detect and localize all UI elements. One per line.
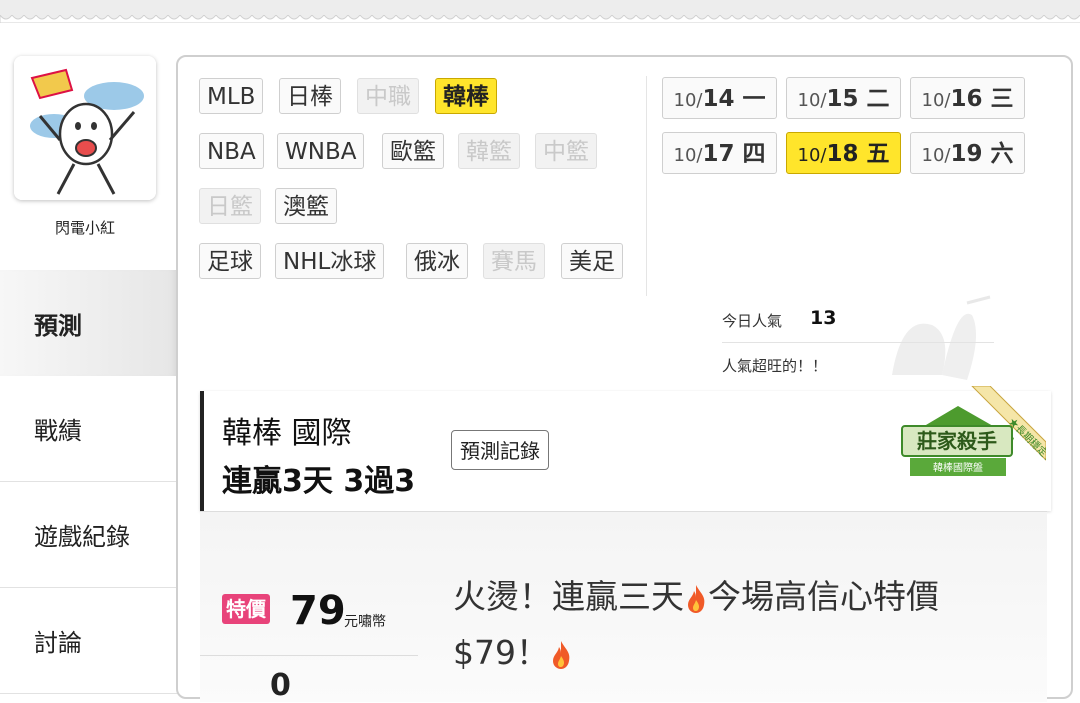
league-tag-horse-racing: 賽馬 [483, 243, 545, 279]
watermark-logo-icon [892, 295, 991, 380]
date-tab-1019[interactable]: 10/19 六 [910, 132, 1025, 174]
record-title: 韓棒 國際 [222, 416, 352, 451]
league-tag-nhl[interactable]: NHL冰球 [275, 243, 385, 279]
nav-item-game-log[interactable]: 遊戲紀錄 [0, 482, 178, 588]
sale-badge: 特價 [222, 594, 270, 624]
league-tag-soccer[interactable]: 足球 [199, 243, 261, 279]
offer-price: 79 [290, 588, 346, 634]
league-tag-nba[interactable]: NBA [199, 133, 264, 169]
league-tag-nbl[interactable]: 澳籃 [275, 188, 337, 224]
nav-item-predict[interactable]: 預測 [0, 270, 178, 376]
offer-price-unit: 元嘯幣 [344, 614, 386, 630]
top-decorative-border [0, 0, 1080, 23]
offer-text-b: 今場高信心特價 [708, 577, 939, 616]
avatar[interactable] [14, 56, 156, 200]
league-tag-kbl: 韓籃 [458, 133, 520, 169]
offer-text-c: $79！ [453, 633, 549, 672]
league-tag-cpbl: 中職 [357, 78, 419, 114]
fire-icon [553, 640, 570, 669]
date-tab-1016[interactable]: 10/16 三 [910, 77, 1025, 119]
popularity-value: 13 [810, 307, 837, 329]
bookmaker-killer-badge-icon: ★長期穩定★ 莊家殺手 韓棒國際盤 [901, 386, 1046, 476]
offer-text-a: 火燙！連贏三天 [453, 577, 684, 616]
nav-item-discussion[interactable]: 討論 [0, 588, 178, 694]
date-tab-1017[interactable]: 10/17 四 [662, 132, 777, 174]
offer-divider [200, 655, 418, 656]
league-tag-npb[interactable]: 日棒 [279, 78, 341, 114]
wave-edge [0, 15, 1080, 23]
prediction-history-button[interactable]: 預測記錄 [451, 430, 549, 470]
league-tag-jp-basketball: 日籃 [199, 188, 261, 224]
league-tag-nfl[interactable]: 美足 [561, 243, 623, 279]
avatar-illustration [14, 56, 156, 200]
fire-icon [688, 584, 705, 613]
popularity-label: 今日人氣 [722, 312, 783, 330]
offer-description-line1: 火燙！連贏三天 今場高信心特價 [453, 570, 939, 618]
league-tag-sbl: 中籃 [535, 133, 597, 169]
offer-description-line2: $79！ [453, 626, 573, 674]
league-tag-kbo[interactable]: 韓棒 [435, 78, 497, 114]
date-tab-1014[interactable]: 10/14 一 [662, 77, 777, 119]
nav-item-record[interactable]: 戰績 [0, 376, 178, 482]
offer-partial-value: 0 [270, 668, 291, 703]
username: 閃電小紅 [54, 219, 115, 237]
badge-title: 莊家殺手 [917, 429, 997, 453]
side-navigation: 預測 戰績 遊戲紀錄 討論 [0, 270, 178, 694]
date-tab-1015[interactable]: 10/15 二 [786, 77, 901, 119]
league-tag-euro-basketball[interactable]: 歐籃 [382, 133, 444, 169]
league-tag-wnba[interactable]: WNBA [277, 133, 365, 169]
popularity-divider [722, 342, 994, 343]
record-streak: 連贏3天 3過3 [222, 464, 416, 499]
popularity-note: 人氣超旺的！！ [722, 357, 828, 375]
filter-divider [646, 76, 647, 296]
league-tag-mlb[interactable]: MLB [199, 78, 264, 114]
badge-subtitle: 韓棒國際盤 [933, 461, 983, 474]
date-tab-1018[interactable]: 10/18 五 [786, 132, 901, 174]
league-tag-khl[interactable]: 俄冰 [406, 243, 468, 279]
